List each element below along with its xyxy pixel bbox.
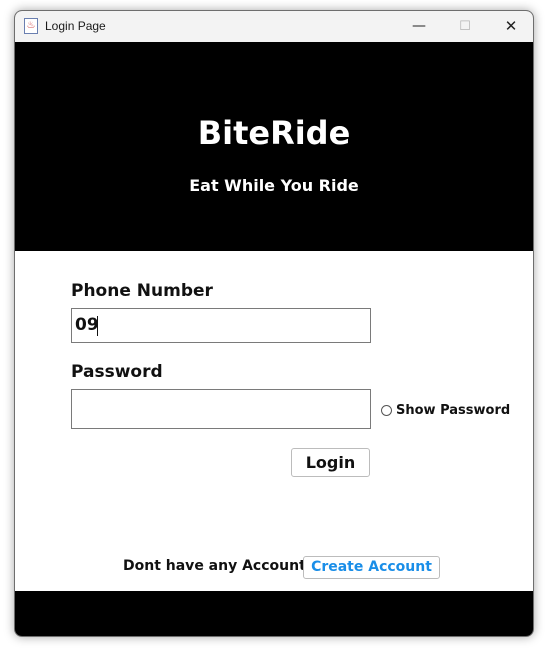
java-cup-icon: ♨ bbox=[24, 18, 38, 34]
create-account-button[interactable]: Create Account bbox=[303, 556, 440, 579]
login-form: Phone Number 09 Password Show Password L… bbox=[15, 251, 533, 591]
text-caret bbox=[97, 316, 98, 336]
maximize-button[interactable]: ☐ bbox=[442, 11, 488, 42]
no-account-prompt: Dont have any Account? bbox=[123, 558, 314, 574]
title-bar[interactable]: ♨ Login Page — ☐ ✕ bbox=[15, 11, 533, 42]
phone-number-value: 09 bbox=[75, 315, 99, 335]
tagline: Eat While You Ride bbox=[189, 176, 359, 195]
header-banner: BiteRide Eat While You Ride bbox=[15, 42, 533, 251]
window-title: Login Page bbox=[45, 19, 106, 33]
app-name: BiteRide bbox=[197, 114, 351, 152]
password-input[interactable] bbox=[71, 389, 371, 429]
close-button[interactable]: ✕ bbox=[488, 11, 533, 42]
phone-number-label: Phone Number bbox=[71, 281, 213, 301]
show-password-radio[interactable] bbox=[381, 404, 392, 416]
show-password-toggle[interactable]: Show Password bbox=[381, 401, 510, 419]
password-label: Password bbox=[71, 362, 163, 382]
login-button[interactable]: Login bbox=[291, 448, 370, 477]
login-window: ♨ Login Page — ☐ ✕ BiteRide Eat While Yo… bbox=[14, 10, 534, 637]
phone-number-input[interactable]: 09 bbox=[71, 308, 371, 343]
minimize-button[interactable]: — bbox=[396, 11, 442, 42]
show-password-label: Show Password bbox=[396, 402, 511, 418]
